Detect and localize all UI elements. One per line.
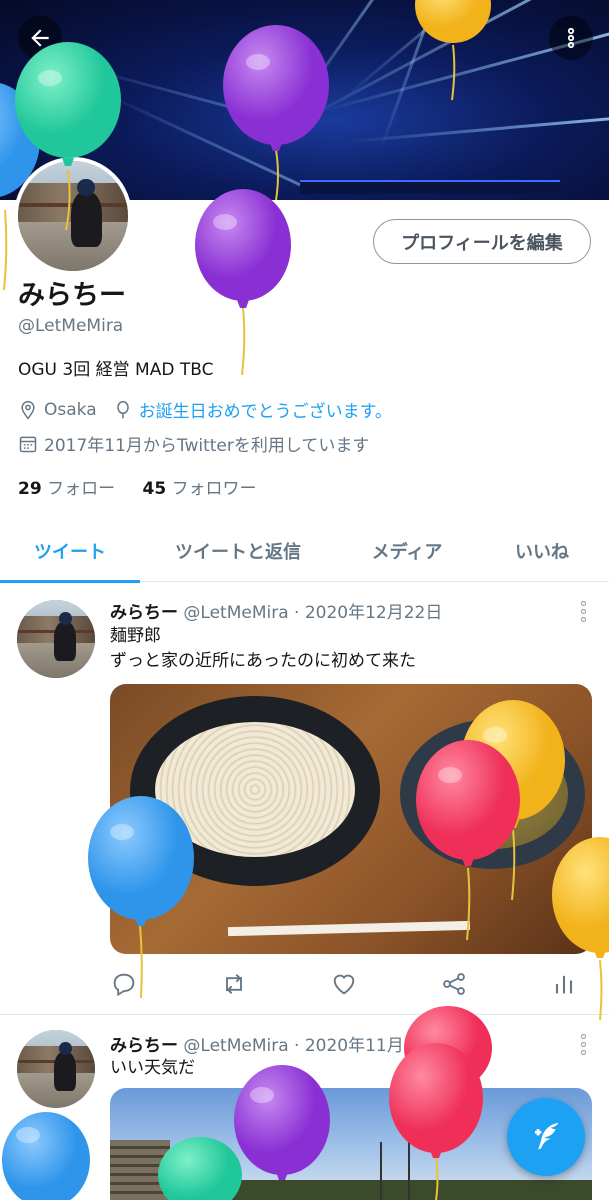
tab-tweets-replies[interactable]: ツイートと返信: [150, 520, 326, 582]
retweet-icon[interactable]: [220, 970, 248, 998]
profile-bio: OGU 3回 経営 MAD TBC: [18, 360, 214, 380]
tweet-avatar[interactable]: [17, 600, 95, 678]
tweet-photo[interactable]: [110, 684, 592, 954]
profile-location: Osaka: [44, 399, 97, 420]
profile-handle: @LetMeMira: [18, 316, 124, 336]
tweet-header: みらちー @LetMeMira · 2020年12月22日: [110, 598, 442, 623]
heart-icon[interactable]: [330, 970, 358, 998]
tweet-author-meta: @LetMeMira · 2020年11月15日: [183, 1036, 443, 1056]
balloon-icon: [116, 400, 129, 418]
tweet-avatar[interactable]: [17, 1030, 95, 1108]
calendar-icon: [19, 436, 37, 452]
tab-likes[interactable]: いいね: [480, 520, 604, 582]
profile-tabs: ツイート ツイートと返信 メディア いいね: [0, 520, 609, 583]
tweet-more-button[interactable]: [581, 1034, 587, 1058]
tweet-text: 麺野郎 ずっと家の近所にあったのに初めて来た: [110, 626, 416, 671]
birthday-message[interactable]: お誕生日おめでとうございます。: [139, 397, 392, 422]
more-options-button[interactable]: [549, 16, 593, 60]
followers-link[interactable]: 45 フォロワー: [142, 479, 256, 499]
analytics-icon[interactable]: [550, 970, 578, 998]
follow-counts: 29 フォロー 45 フォロワー: [18, 474, 257, 499]
reply-icon[interactable]: [110, 970, 138, 998]
share-icon[interactable]: [440, 970, 468, 998]
back-button[interactable]: [18, 16, 62, 60]
edit-profile-button[interactable]: プロフィールを編集: [373, 219, 591, 264]
compose-tweet-button[interactable]: [507, 1098, 585, 1176]
tab-media[interactable]: メディア: [340, 520, 474, 582]
tab-tweets[interactable]: ツイート: [0, 520, 140, 583]
profile-meta-row: Osaka お誕生日おめでとうございます。: [18, 397, 392, 422]
profile-avatar[interactable]: [14, 157, 132, 275]
compose-tweet-icon: [534, 1122, 559, 1150]
location-pin-icon: [21, 400, 35, 419]
more-vertical-icon: [567, 27, 575, 49]
arrow-left-icon: [31, 29, 49, 47]
following-link[interactable]: 29 フォロー: [18, 479, 115, 499]
profile-name: みらちー: [18, 280, 126, 311]
profile-joined: 2017年11月からTwitterを利用しています: [44, 436, 370, 456]
tweet-author-name: みらちー: [110, 603, 178, 623]
tweet-more-button[interactable]: [581, 601, 587, 625]
tweet-header: みらちー @LetMeMira · 2020年11月15日: [110, 1031, 442, 1056]
tweet-text: いい天気だ: [110, 1058, 195, 1078]
tweet-actions: [110, 970, 580, 1010]
tweet-author-meta: @LetMeMira · 2020年12月22日: [183, 603, 443, 623]
profile-joined-row: 2017年11月からTwitterを利用しています: [18, 431, 369, 456]
tweet-author-name: みらちー: [110, 1036, 178, 1056]
